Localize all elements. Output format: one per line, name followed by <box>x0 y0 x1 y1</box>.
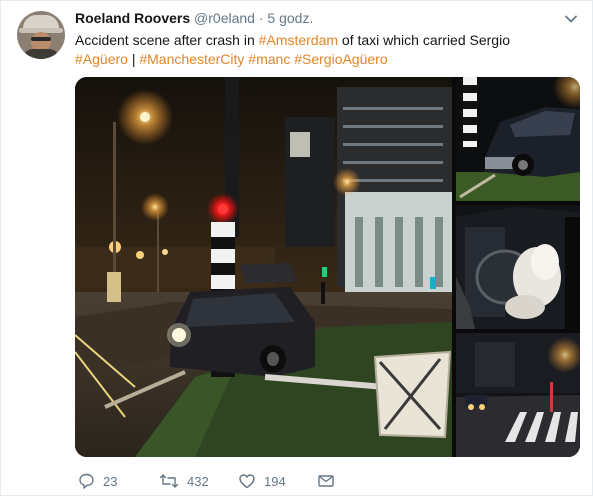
author-handle[interactable]: @r0eland <box>194 10 255 26</box>
reply-count: 23 <box>103 473 118 489</box>
like-count: 194 <box>264 473 286 489</box>
thumbnail-airbag-interior[interactable] <box>456 205 580 329</box>
tweet-hashtags: #Agüero | #ManchesterCity #manc #SergioA… <box>75 50 388 69</box>
tweet-timestamp[interactable]: 5 godz. <box>267 10 313 26</box>
retweet-icon <box>159 474 179 488</box>
tweet-card[interactable]: Roeland Roovers @r0eland · 5 godz. Accid… <box>0 0 593 496</box>
tweet-header: Roeland Roovers @r0eland · 5 godz. <box>75 10 313 28</box>
avatar[interactable] <box>17 11 65 59</box>
message-action[interactable] <box>317 471 343 491</box>
envelope-icon <box>318 475 334 487</box>
reply-icon <box>79 473 94 489</box>
hashtag-aguero[interactable]: #Agüero <box>75 51 128 67</box>
hashtag-sergioaguero[interactable]: #SergioAgüero <box>294 51 387 67</box>
pipe-separator: | <box>131 51 136 67</box>
main-accident-photo[interactable] <box>75 77 452 457</box>
hashtag-manc[interactable]: #manc <box>248 51 290 67</box>
retweet-count: 432 <box>187 473 209 489</box>
retweet-action[interactable]: 432 <box>159 471 209 491</box>
hashtag-manchestercity[interactable]: #ManchesterCity <box>139 51 244 67</box>
like-action[interactable]: 194 <box>238 471 286 491</box>
author-name[interactable]: Roeland Roovers <box>75 10 190 26</box>
tweet-text: Accident scene after crash in #Amsterdam… <box>75 31 575 50</box>
separator-dot: · <box>258 10 264 26</box>
tweet-text-part: of taxi which carried Sergio <box>338 32 510 48</box>
reply-action[interactable]: 23 <box>77 471 117 491</box>
tweet-actions: 23 432 194 <box>75 471 435 491</box>
tweet-text-part: Accident scene after crash in <box>75 32 259 48</box>
thumbnail-taxi-front[interactable] <box>456 77 580 201</box>
hashtag-amsterdam[interactable]: #Amsterdam <box>259 32 338 48</box>
chevron-down-icon[interactable] <box>564 12 578 26</box>
thumbnail-intersection[interactable] <box>456 333 580 457</box>
photo-grid <box>75 77 580 457</box>
heart-icon <box>239 474 255 489</box>
